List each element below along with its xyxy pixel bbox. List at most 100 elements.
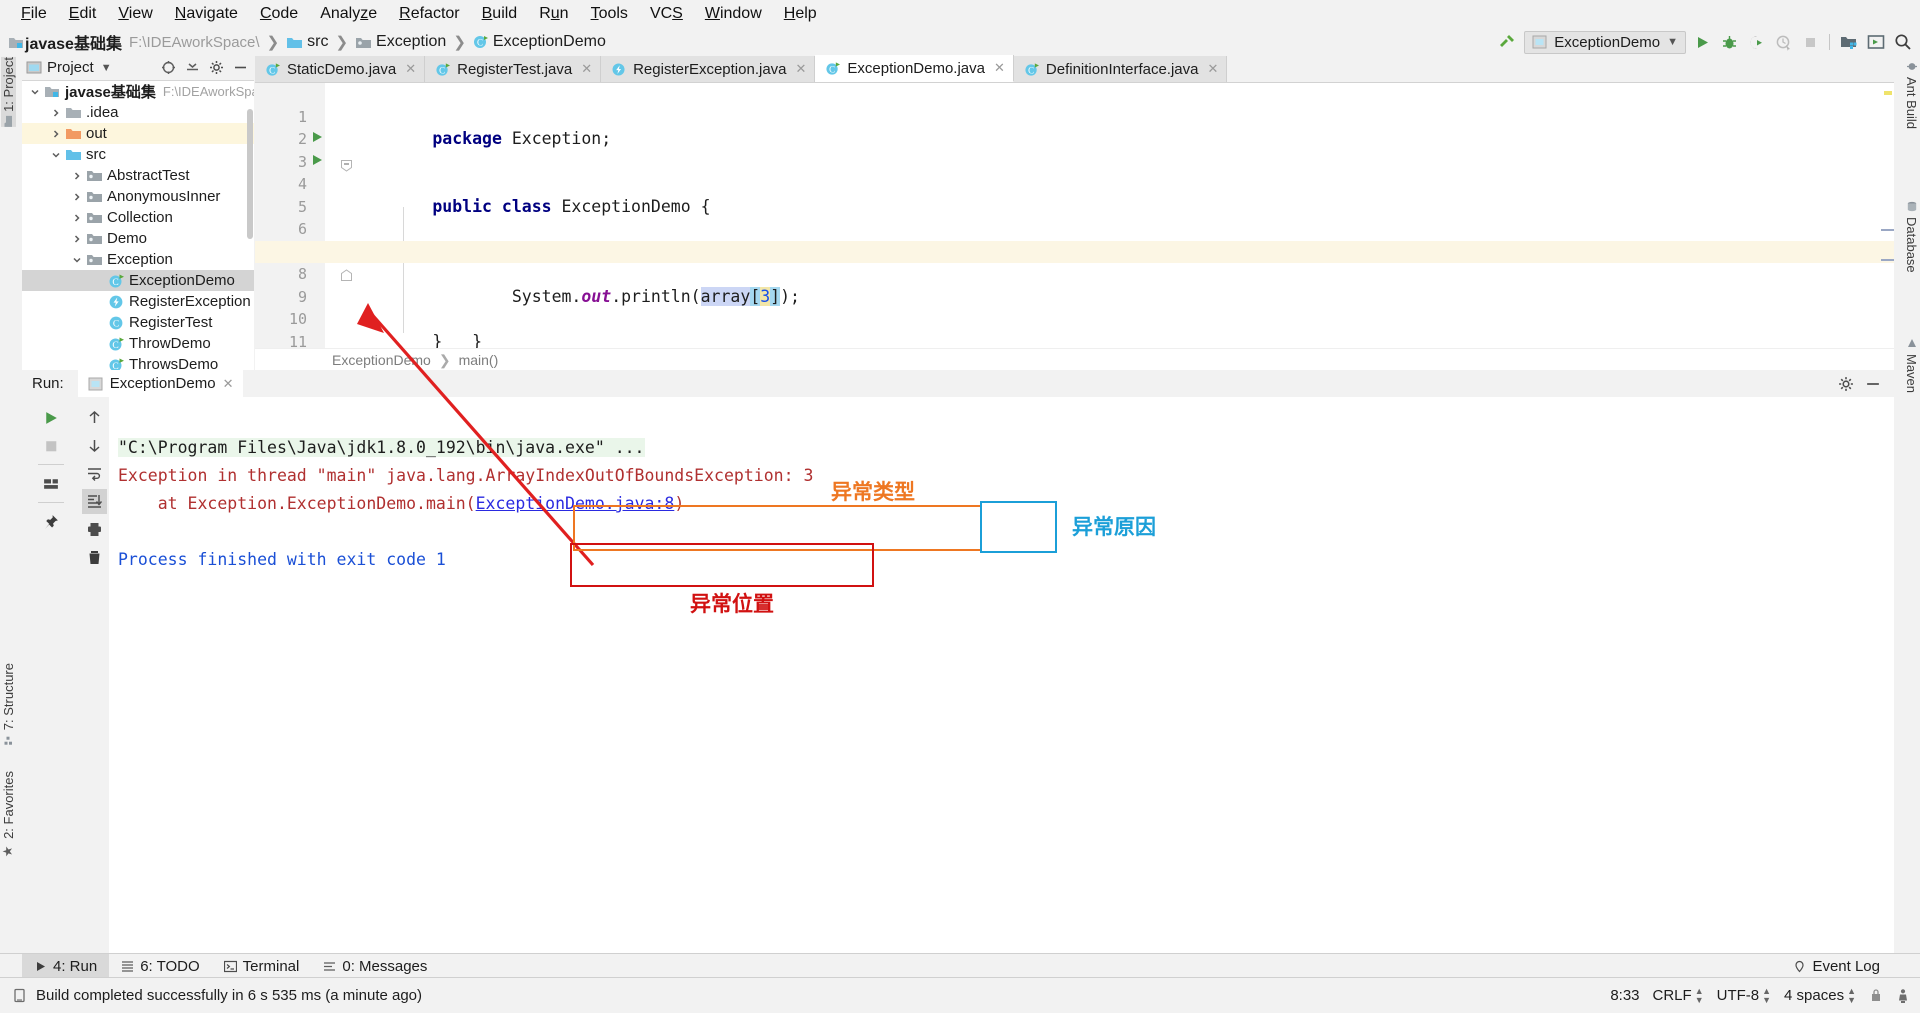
- menu-item-tools[interactable]: Tools: [580, 3, 639, 25]
- tree-row-registertest[interactable]: C RegisterTest: [22, 312, 254, 333]
- tree-row-throwdemo[interactable]: C ThrowDemo: [22, 333, 254, 354]
- chevron-right-icon[interactable]: [70, 232, 83, 245]
- code-fold-end-icon[interactable]: [340, 266, 353, 281]
- menu-item-code[interactable]: Code: [249, 3, 309, 25]
- close-icon[interactable]: ✕: [1208, 61, 1219, 77]
- print-icon[interactable]: [82, 517, 107, 542]
- tree-row-exception[interactable]: Exception: [22, 249, 254, 270]
- event-log-button[interactable]: Event Log: [1781, 954, 1892, 978]
- pin-icon[interactable]: [38, 509, 63, 534]
- chevron-right-icon[interactable]: [70, 211, 83, 224]
- tree-row-registerexception[interactable]: RegisterException: [22, 291, 254, 312]
- breadcrumb-class-name[interactable]: ExceptionDemo: [332, 352, 431, 368]
- chevron-down-icon[interactable]: [70, 253, 83, 266]
- close-icon[interactable]: ✕: [796, 61, 807, 77]
- tree-row-out[interactable]: out: [22, 123, 254, 144]
- tree-row-throwsdemo[interactable]: C ThrowsDemo: [22, 354, 254, 371]
- bottom-tab-messages[interactable]: 0: Messages: [311, 954, 439, 978]
- breadcrumb-project[interactable]: javase基础集: [25, 30, 122, 54]
- chevron-right-icon[interactable]: [70, 190, 83, 203]
- search-everywhere-icon[interactable]: [1892, 31, 1914, 53]
- sidebar-tab-database[interactable]: Database: [1904, 201, 1919, 273]
- close-icon[interactable]: ✕: [994, 60, 1005, 76]
- run-coverage-icon[interactable]: [1745, 31, 1767, 53]
- locate-icon[interactable]: [159, 58, 178, 77]
- encoding-selector[interactable]: UTF-8 ▲ ▼: [1717, 986, 1771, 1005]
- up-arrow-icon[interactable]: [82, 405, 107, 430]
- code-fold-icon[interactable]: [340, 156, 353, 172]
- tree-row-collection[interactable]: Collection: [22, 207, 254, 228]
- project-structure-icon[interactable]: [1838, 31, 1860, 53]
- breadcrumb-package[interactable]: Exception: [376, 33, 446, 51]
- bottom-tab-todo[interactable]: 6: TODO: [109, 954, 211, 978]
- down-arrow-icon[interactable]: [82, 433, 107, 458]
- run-tab-exceptiondemo[interactable]: ExceptionDemo ✕: [77, 370, 244, 397]
- project-tree[interactable]: javase基础集 F:\IDEAworkSpace\ .idea out: [22, 81, 254, 371]
- sidebar-tab-structure[interactable]: 7: Structure: [1, 663, 16, 745]
- minimize-icon[interactable]: [1863, 374, 1882, 393]
- tab-definitioninterface-java[interactable]: C DefinitionInterface.java ✕: [1013, 56, 1228, 82]
- chevron-right-icon[interactable]: [49, 106, 62, 119]
- layout-icon[interactable]: [38, 471, 63, 496]
- hide-icon[interactable]: [231, 58, 250, 77]
- sidebar-tab-favorites[interactable]: ★ 2: Favorites: [1, 771, 16, 858]
- tree-row-idea[interactable]: .idea: [22, 102, 254, 123]
- bottom-tab-run[interactable]: 4: Run: [22, 954, 110, 978]
- caret-position[interactable]: 8:33: [1610, 987, 1639, 1004]
- tree-row-anonymousinner[interactable]: AnonymousInner: [22, 186, 254, 207]
- project-tree-scrollbar[interactable]: [247, 109, 253, 239]
- run-gutter-icon[interactable]: [313, 132, 322, 142]
- console-output[interactable]: "C:\Program Files\Java\jdk1.8.0_192\bin\…: [110, 397, 1894, 958]
- run-icon[interactable]: [1691, 31, 1713, 53]
- indent-selector[interactable]: 4 spaces ▲ ▼: [1784, 986, 1856, 1005]
- scroll-to-end-icon[interactable]: [81, 489, 107, 514]
- breadcrumb-method-name[interactable]: main(): [459, 352, 499, 368]
- console-stacktrace-link[interactable]: ExceptionDemo.java:8: [476, 494, 675, 513]
- hammer-build-icon[interactable]: [1497, 31, 1519, 53]
- tree-row-project[interactable]: javase基础集 F:\IDEAworkSpace\: [22, 81, 254, 102]
- menu-item-window[interactable]: Window: [694, 3, 773, 25]
- collapse-all-icon[interactable]: [183, 58, 202, 77]
- tree-row-exceptiondemo[interactable]: C ExceptionDemo: [22, 270, 254, 291]
- close-icon[interactable]: ✕: [223, 376, 234, 392]
- inspection-icon[interactable]: [1896, 988, 1910, 1004]
- menu-item-analyze[interactable]: Analyze: [309, 3, 388, 25]
- sidebar-tab-maven[interactable]: Maven: [1904, 338, 1919, 393]
- breadcrumb-class[interactable]: ExceptionDemo: [493, 33, 606, 51]
- chevron-down-icon[interactable]: [49, 148, 62, 161]
- menu-item-navigate[interactable]: Navigate: [164, 3, 249, 25]
- menu-item-edit[interactable]: Edit: [58, 3, 108, 25]
- code-canvas[interactable]: 1 package Exception; 2 3 public class Ex…: [255, 83, 1894, 371]
- sidebar-tab-project[interactable]: 1: Project: [1, 57, 16, 127]
- chevron-right-icon[interactable]: [49, 127, 62, 140]
- close-icon[interactable]: ✕: [581, 61, 592, 77]
- tree-row-demo[interactable]: Demo: [22, 228, 254, 249]
- chevron-down-icon[interactable]: [28, 85, 41, 98]
- read-only-lock-icon[interactable]: [1869, 988, 1883, 1003]
- gear-icon[interactable]: [1836, 374, 1855, 393]
- profile-icon[interactable]: [1772, 31, 1794, 53]
- bottom-tab-terminal[interactable]: Terminal: [212, 954, 312, 978]
- tree-row-abstracttest[interactable]: AbstractTest: [22, 165, 254, 186]
- tree-row-src[interactable]: src: [22, 144, 254, 165]
- tab-staticdemo-java[interactable]: C StaticDemo.java ✕: [255, 56, 426, 82]
- tab-registerexception-java[interactable]: RegisterException.java ✕: [601, 56, 816, 82]
- update-app-icon[interactable]: [1865, 31, 1887, 53]
- settings-gear-icon[interactable]: [207, 58, 226, 77]
- menu-item-file[interactable]: File: [10, 3, 58, 25]
- menu-item-refactor[interactable]: Refactor: [388, 3, 470, 25]
- debug-icon[interactable]: [1718, 31, 1740, 53]
- menu-item-build[interactable]: Build: [471, 3, 529, 25]
- close-icon[interactable]: ✕: [405, 61, 416, 77]
- menu-item-view[interactable]: View: [107, 3, 163, 25]
- tab-registertest-java[interactable]: C RegisterTest.java ✕: [425, 56, 602, 82]
- menu-item-run[interactable]: Run: [528, 3, 579, 25]
- chevron-right-icon[interactable]: [70, 169, 83, 182]
- sidebar-tab-ant-build[interactable]: Ant Build: [1904, 61, 1919, 129]
- breadcrumb-src[interactable]: src: [307, 33, 328, 51]
- soft-wrap-icon[interactable]: [82, 461, 107, 486]
- run-gutter-icon[interactable]: [313, 154, 322, 165]
- project-chevron-down-icon[interactable]: ▼: [101, 62, 112, 74]
- line-separator-selector[interactable]: CRLF ▲ ▼: [1653, 986, 1704, 1005]
- rerun-icon[interactable]: [38, 405, 63, 430]
